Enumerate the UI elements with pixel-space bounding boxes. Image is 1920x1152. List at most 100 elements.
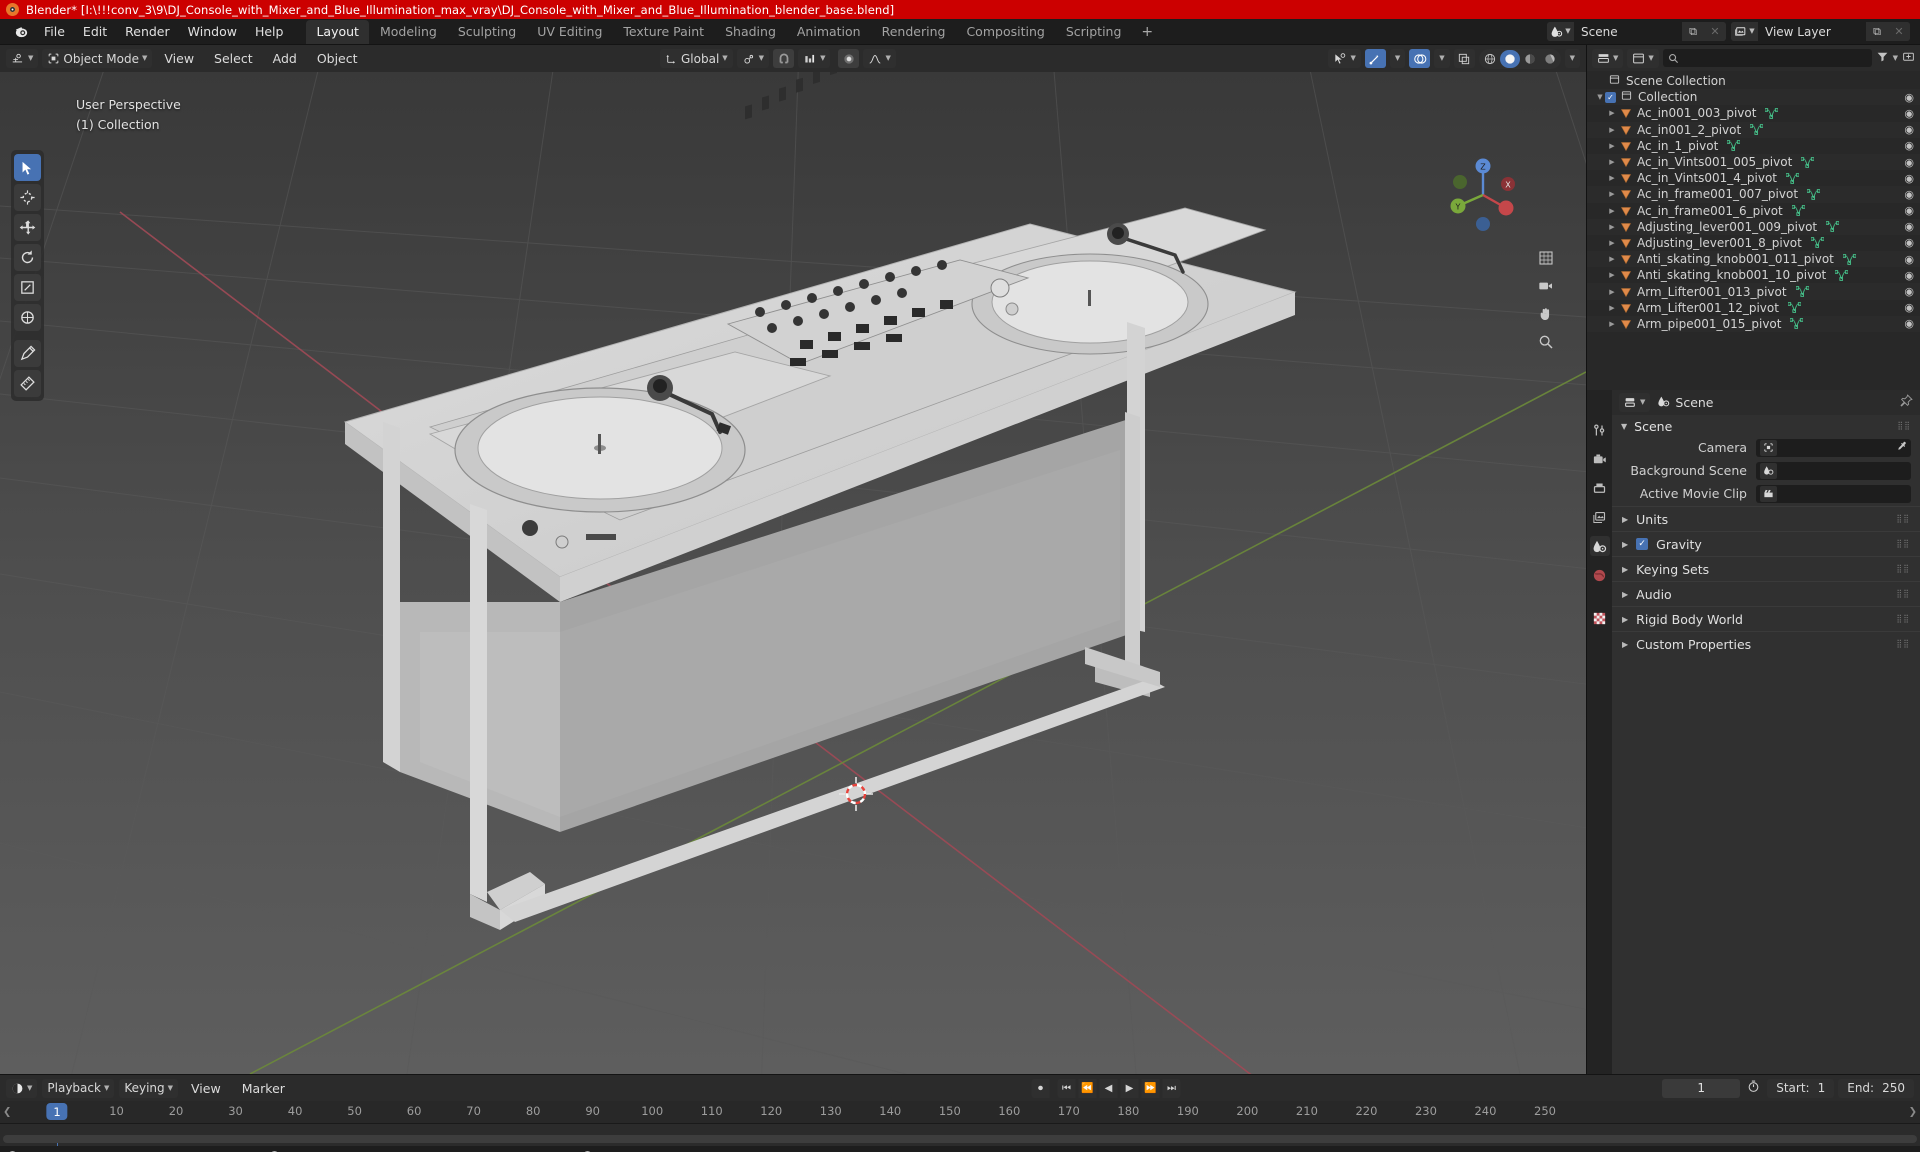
play-icon[interactable]: ▶ [1120, 1078, 1139, 1098]
visibility-eye-icon[interactable]: ◉ [1904, 270, 1914, 281]
object-disclosure-icon[interactable]: ▶ [1607, 223, 1617, 231]
outliner-object-row[interactable]: ▶ Ac_in001_003_pivot ◉ [1587, 105, 1920, 121]
visibility-eye-icon[interactable]: ◉ [1904, 173, 1914, 184]
collection-checkbox[interactable]: ✓ [1605, 91, 1616, 103]
toggle-perspective-icon[interactable] [1535, 247, 1556, 268]
shading-options-selector[interactable]: ▼ [1564, 49, 1580, 68]
timeline-track-area[interactable] [0, 1124, 1920, 1146]
timeline-menu-view[interactable]: View [183, 1079, 229, 1098]
menu-window[interactable]: Window [179, 21, 246, 42]
new-view-layer-button[interactable]: ⧉ [1866, 22, 1888, 41]
outliner-editor-type-selector[interactable]: ▼ [1592, 48, 1624, 68]
tool-select-box-icon[interactable] [14, 154, 41, 181]
outliner-object-row[interactable]: ▶ Ac_in_Vints001_005_pivot ◉ [1587, 153, 1920, 171]
property-section[interactable]: ▶ Rigid Body World ⣿⣿ [1612, 606, 1920, 631]
timeline-editor-type-selector[interactable]: ▼ [6, 1078, 38, 1098]
outliner-new-collection-icon[interactable] [1902, 50, 1915, 66]
section-disclosure-icon[interactable]: ▶ [1622, 540, 1628, 549]
record-keyframes-icon[interactable]: ⏺ [1031, 1078, 1050, 1098]
tab-uv-editing[interactable]: UV Editing [527, 20, 612, 44]
mesh-data-icon[interactable] [1750, 124, 1764, 135]
scene-name[interactable]: Scene [1574, 22, 1682, 41]
show-gizmo-icon[interactable] [1364, 49, 1386, 68]
tool-scale-icon[interactable] [14, 274, 41, 301]
shading-material-preview-icon[interactable] [1520, 50, 1540, 68]
transform-orientation-selector[interactable]: Global ▼ [660, 49, 733, 68]
outliner-object-row[interactable]: ▶ Adjusting_lever001_8_pivot ◉ [1587, 235, 1920, 251]
mesh-data-icon[interactable] [1801, 156, 1815, 168]
section-disclosure-icon[interactable]: ▶ [1622, 565, 1628, 574]
outliner-object-row[interactable]: ▶ Adjusting_lever001_009_pivot ◉ [1587, 218, 1920, 235]
visibility-eye-icon[interactable]: ◉ [1904, 318, 1914, 329]
tool-move-icon[interactable] [14, 214, 41, 241]
viewport-menu-add[interactable]: Add [265, 49, 305, 68]
zoom-view-icon[interactable] [1535, 331, 1556, 352]
mesh-data-icon[interactable] [1727, 140, 1741, 152]
panel-disclosure-icon[interactable]: ▼ [1621, 422, 1627, 431]
mesh-data-icon[interactable] [1807, 189, 1821, 200]
object-disclosure-icon[interactable]: ▶ [1607, 207, 1617, 215]
jump-to-next-keyframe-icon[interactable]: ⏩ [1141, 1078, 1160, 1098]
view-layer-selector[interactable]: ▼ View Layer ⧉ ✕ [1731, 22, 1910, 41]
visibility-eye-icon[interactable]: ◉ [1904, 108, 1914, 119]
proportional-editing-icon[interactable] [838, 49, 860, 68]
visibility-eye-icon[interactable]: ◉ [1904, 205, 1914, 216]
menu-edit[interactable]: Edit [74, 21, 116, 42]
tool-measure-icon[interactable] [14, 370, 41, 397]
timeline-menu-playback[interactable]: Playback ▼ [42, 1078, 115, 1098]
tool-rotate-icon[interactable] [14, 244, 41, 271]
mesh-data-icon[interactable] [1842, 253, 1856, 265]
outliner-object-row[interactable]: ▶ Anti_skating_knob001_011_pivot ◉ [1587, 251, 1920, 268]
current-frame-field[interactable]: 1 [1662, 1078, 1741, 1098]
tab-sculpting[interactable]: Sculpting [448, 20, 526, 44]
tab-output-icon[interactable] [1590, 478, 1610, 498]
outliner-object-row[interactable]: ▶ Arm_Lifter001_013_pivot ◉ [1587, 283, 1920, 300]
camera-field[interactable] [1756, 438, 1911, 457]
blender-logo-icon[interactable] [11, 23, 31, 41]
object-visibility-selector[interactable]: ▼ [1328, 49, 1361, 68]
menu-file[interactable]: File [35, 21, 74, 42]
mesh-data-icon[interactable] [1786, 172, 1800, 184]
navigation-gizmo[interactable]: Z Y X [1444, 156, 1522, 234]
outliner-object-row[interactable]: ▶ Ac_in_frame001_6_pivot ◉ [1587, 203, 1920, 219]
tab-rendering[interactable]: Rendering [872, 20, 956, 44]
outliner-filter-chevron-icon[interactable]: ▼ [1893, 54, 1898, 62]
viewport-menu-view[interactable]: View [156, 49, 202, 68]
pin-id-icon[interactable] [1900, 394, 1913, 411]
scene-selector[interactable]: ▼ Scene ⧉ ✕ [1547, 22, 1726, 41]
toggle-camera-view-icon[interactable] [1535, 275, 1556, 296]
object-disclosure-icon[interactable]: ▶ [1607, 271, 1617, 279]
timeline-scroll-left-icon[interactable]: ❮ [3, 1107, 11, 1118]
viewport-menu-select[interactable]: Select [206, 49, 261, 68]
outliner-object-row[interactable]: ▶ Arm_pipe001_015_pivot ◉ [1587, 315, 1920, 332]
show-overlays-icon[interactable] [1409, 49, 1431, 68]
tool-annotate-icon[interactable] [14, 340, 41, 367]
jump-to-start-icon[interactable]: ⏮ [1057, 1078, 1076, 1098]
object-mode-selector[interactable]: Object Mode ▼ [42, 49, 153, 68]
tab-scripting[interactable]: Scripting [1056, 20, 1132, 44]
outliner-row-scene-collection[interactable]: Scene Collection [1587, 73, 1920, 89]
outliner-object-row[interactable]: ▶ Arm_Lifter001_12_pivot ◉ [1587, 300, 1920, 316]
mesh-data-icon[interactable] [1810, 237, 1824, 249]
tab-texture-icon[interactable] [1590, 608, 1610, 628]
new-scene-button[interactable]: ⧉ [1682, 22, 1704, 41]
outliner-row-collection[interactable]: ▼ ✓ Collection ◉ [1587, 89, 1920, 106]
start-frame-field[interactable]: Start: 1 [1767, 1078, 1835, 1098]
object-disclosure-icon[interactable]: ▶ [1607, 158, 1617, 166]
play-reverse-icon[interactable]: ◀ [1099, 1078, 1118, 1098]
properties-editor-type-selector[interactable]: ▼ [1619, 393, 1651, 412]
property-section[interactable]: ▶ Keying Sets ⣿⣿ [1612, 556, 1920, 581]
mesh-data-icon[interactable] [1826, 221, 1840, 233]
pivot-point-selector[interactable]: ▼ [736, 49, 770, 68]
tab-view-layer-icon[interactable] [1590, 507, 1610, 527]
outliner-object-row[interactable]: ▶ Anti_skating_knob001_10_pivot ◉ [1587, 267, 1920, 283]
object-disclosure-icon[interactable]: ▶ [1607, 320, 1617, 328]
tab-render-icon[interactable] [1590, 449, 1610, 469]
mesh-data-icon[interactable] [1790, 318, 1804, 330]
outliner-display-mode-selector[interactable]: ▼ [1627, 48, 1659, 68]
mesh-data-icon[interactable] [1787, 302, 1801, 314]
object-disclosure-icon[interactable]: ▶ [1607, 288, 1617, 296]
active-movie-clip-field[interactable] [1756, 484, 1911, 503]
section-disclosure-icon[interactable]: ▶ [1622, 590, 1628, 599]
tab-scene-icon[interactable] [1589, 536, 1610, 556]
